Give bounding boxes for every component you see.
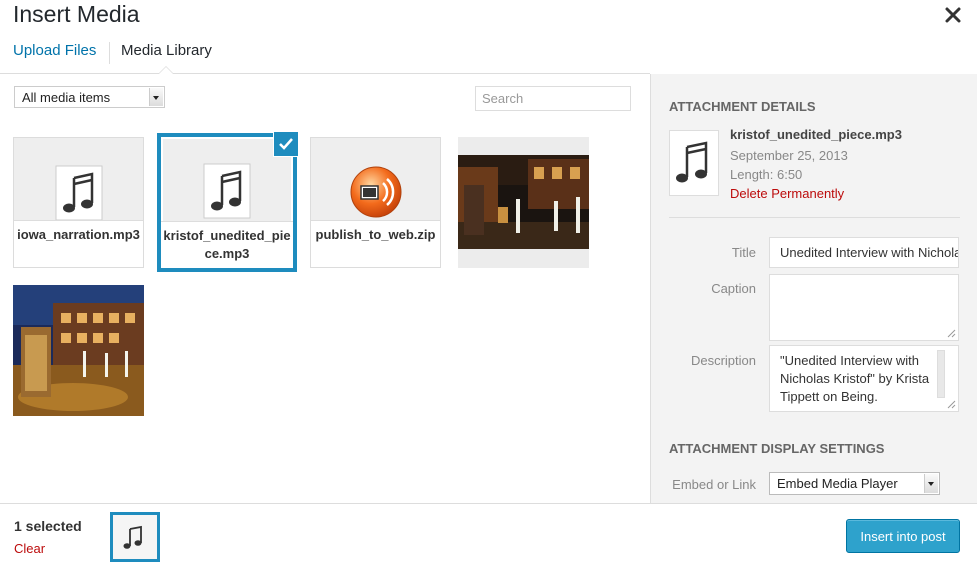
insert-into-post-button[interactable]: Insert into post (846, 519, 960, 553)
header-divider (0, 73, 650, 74)
attachment-filename: kristof_unedited_piece.mp3 (730, 127, 902, 142)
description-label: Description (690, 353, 756, 368)
archive-file-icon (349, 165, 403, 219)
embed-or-link-value: Embed Media Player (777, 476, 898, 491)
description-field[interactable]: "Unedited Interview with Nicholas Kristo… (769, 345, 959, 412)
chevron-down-icon[interactable] (924, 474, 938, 493)
attachment-filename: kristof_unedited_piece.mp3 (161, 221, 293, 268)
description-value: "Unedited Interview with Nicholas Kristo… (780, 353, 930, 404)
title-field[interactable]: Unedited Interview with Nicholas Kristof (769, 237, 959, 268)
attachment-date: September 25, 2013 (730, 148, 848, 163)
tab-upload-files[interactable]: Upload Files (13, 42, 96, 59)
attachment-image[interactable] (458, 137, 589, 268)
audio-file-icon (669, 130, 719, 196)
search-input[interactable] (475, 86, 631, 111)
attachment-item[interactable]: publish_to_web.zip (310, 137, 441, 268)
attachment-filename: iowa_narration.mp3 (14, 220, 143, 267)
tab-divider (109, 42, 110, 64)
attachment-length: Length: 6:50 (730, 167, 803, 182)
modal-title: Insert Media (13, 1, 140, 27)
caption-label: Caption (711, 281, 756, 296)
resize-grip-icon[interactable] (946, 399, 956, 409)
attachment-item[interactable]: iowa_narration.mp3 (13, 137, 144, 268)
description-scrollbar[interactable] (937, 350, 945, 398)
close-icon[interactable] (942, 4, 964, 26)
tab-media-library[interactable]: Media Library (121, 42, 212, 59)
attachment-filename: publish_to_web.zip (311, 220, 440, 267)
active-tab-indicator-fill (159, 67, 173, 74)
attachment-details-heading: Attachment Details (669, 99, 816, 114)
display-settings-heading: Attachment Display Settings (669, 441, 885, 456)
audio-file-icon (203, 163, 251, 219)
selected-check-icon[interactable] (273, 131, 299, 157)
attachment-image[interactable] (13, 285, 144, 416)
delete-permanently-link[interactable]: Delete Permanently (730, 186, 844, 201)
resize-grip-icon[interactable] (946, 328, 956, 338)
caption-field[interactable] (769, 274, 959, 341)
details-divider (669, 217, 960, 218)
audio-file-icon (55, 165, 103, 221)
title-label: Title (731, 245, 756, 260)
embed-or-link-select[interactable]: Embed Media Player (769, 472, 940, 495)
audio-file-icon (123, 525, 142, 549)
media-filter-select[interactable]: All media items (14, 86, 165, 108)
selection-count: 1 selected (14, 518, 82, 534)
media-filter-value: All media items (22, 90, 111, 105)
selected-attachment-thumb[interactable] (110, 512, 160, 562)
embed-or-link-label: Embed or Link (672, 477, 756, 492)
chevron-down-icon[interactable] (149, 88, 163, 106)
clear-selection-link[interactable]: Clear (14, 541, 45, 556)
